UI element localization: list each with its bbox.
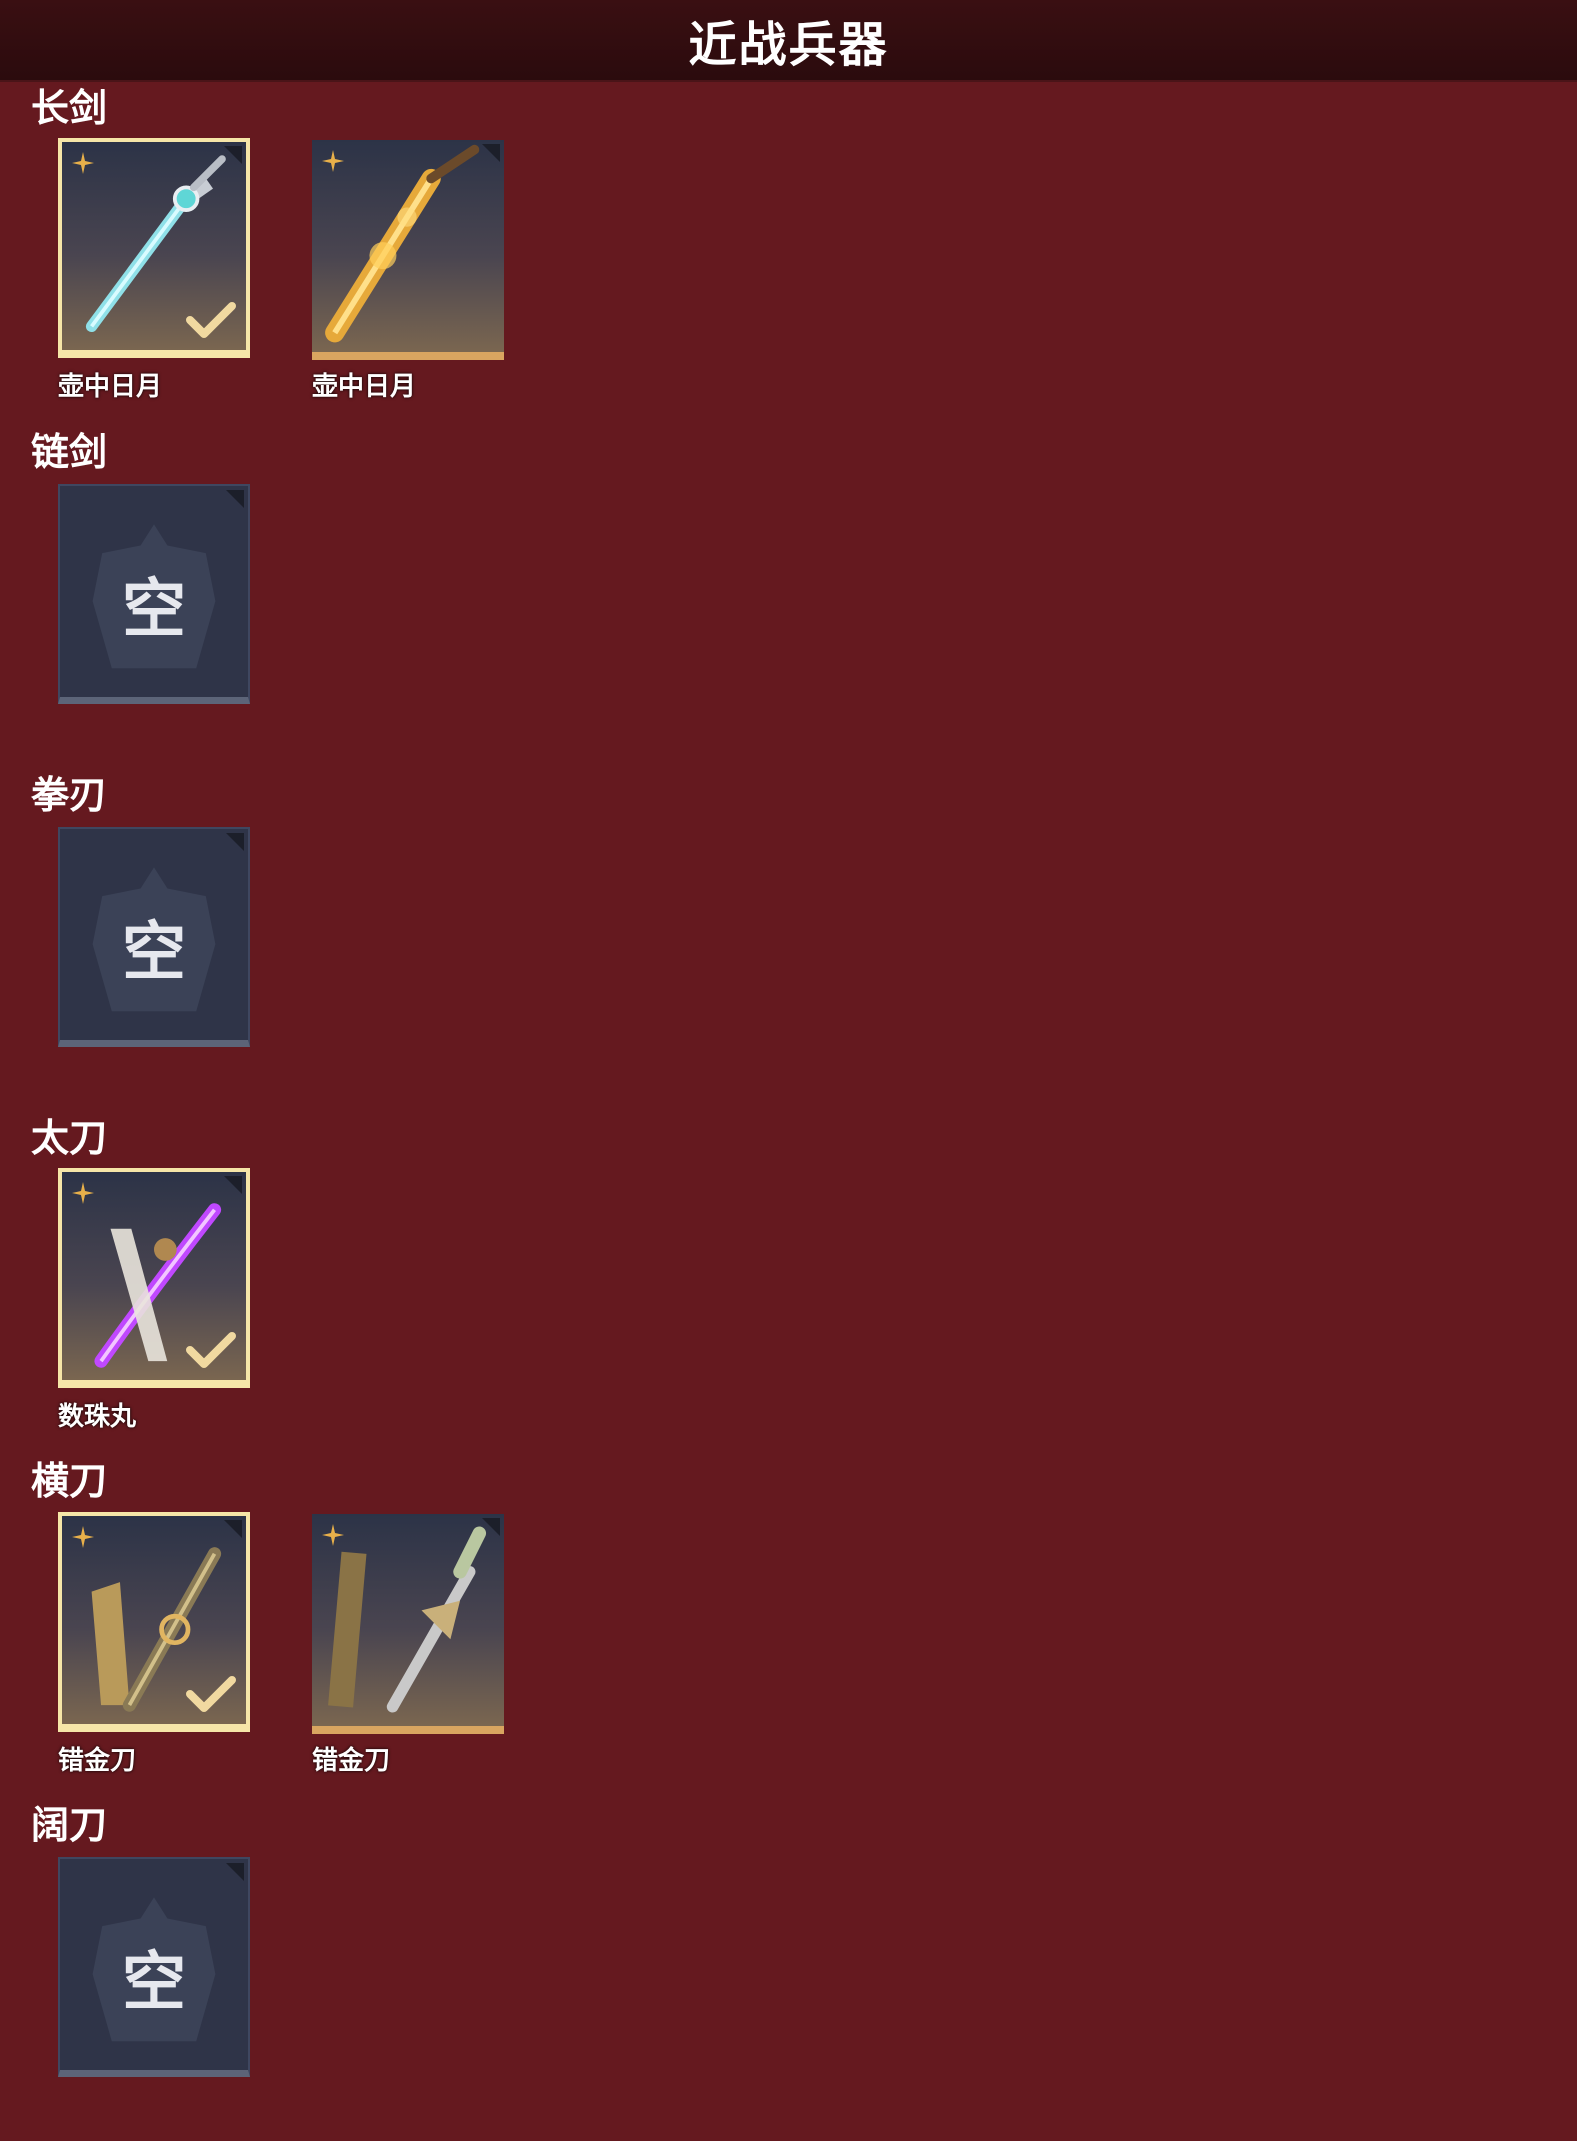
section-label-broad-blade: 阔刀 bbox=[31, 1803, 108, 1847]
corner-marker-icon bbox=[226, 833, 244, 851]
check-icon bbox=[186, 1332, 236, 1368]
star-icon bbox=[72, 1182, 94, 1204]
weapon-card-long-sword-1[interactable] bbox=[58, 138, 250, 358]
empty-slot-broad-blade[interactable]: 空 bbox=[58, 1857, 250, 2077]
star-icon bbox=[322, 1524, 344, 1546]
weapon-name: 错金刀 bbox=[312, 1746, 391, 1776]
empty-slot-fist-blade[interactable]: 空 bbox=[58, 827, 250, 1047]
section-label-long-sword: 长剑 bbox=[31, 86, 108, 130]
section-label-fist-blade: 拳刃 bbox=[31, 773, 108, 817]
star-icon bbox=[72, 152, 94, 174]
corner-marker-icon bbox=[224, 1176, 242, 1194]
empty-slot-text: 空 bbox=[122, 916, 186, 990]
weapon-name: 数珠丸 bbox=[58, 1402, 137, 1432]
weapon-name: 壶中日月 bbox=[312, 372, 417, 402]
corner-marker-icon bbox=[482, 1518, 500, 1536]
weapon-name: 壶中日月 bbox=[58, 372, 163, 402]
weapon-card-tachi-1[interactable] bbox=[58, 1168, 250, 1388]
corner-marker-icon bbox=[226, 1863, 244, 1881]
weapon-card-yokoto-2[interactable] bbox=[312, 1514, 504, 1734]
section-label-yokoto: 横刀 bbox=[31, 1459, 108, 1503]
weapon-card-long-sword-2[interactable] bbox=[312, 140, 504, 360]
corner-marker-icon bbox=[482, 144, 500, 162]
weapon-card-yokoto-1[interactable] bbox=[58, 1512, 250, 1732]
star-icon bbox=[322, 150, 344, 172]
page-title: 近战兵器 bbox=[688, 17, 889, 73]
corner-marker-icon bbox=[226, 490, 244, 508]
page-header: 近战兵器 bbox=[0, 0, 1577, 82]
corner-marker-icon bbox=[224, 1520, 242, 1538]
corner-marker-icon bbox=[224, 146, 242, 164]
section-label-chain-sword: 链剑 bbox=[31, 430, 108, 474]
weapon-name: 错金刀 bbox=[58, 1746, 137, 1776]
empty-slot-text: 空 bbox=[122, 1946, 186, 2020]
check-icon bbox=[186, 1676, 236, 1712]
empty-slot-chain-sword[interactable]: 空 bbox=[58, 484, 250, 704]
section-label-tachi: 太刀 bbox=[31, 1116, 108, 1160]
empty-slot-text: 空 bbox=[122, 573, 186, 647]
check-icon bbox=[186, 302, 236, 338]
star-icon bbox=[72, 1526, 94, 1548]
